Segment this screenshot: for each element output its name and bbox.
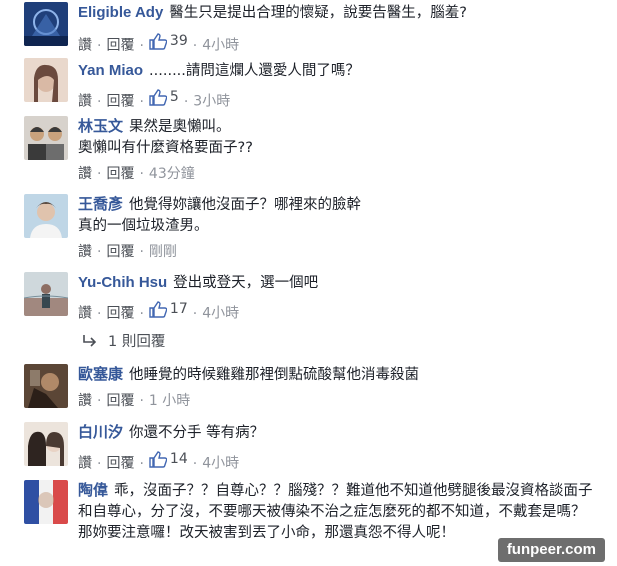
like-button[interactable]: 讚 [78,94,92,110]
comment-text: 他睡覺的時候雞雞那裡倒點硫酸幫他消毒殺菌 [129,367,420,383]
comment-text: 登出或登天，選一個吧 [173,275,319,291]
thumbs-up-icon [149,450,167,468]
thumbs-up-icon [149,32,167,50]
timestamp[interactable]: 1 小時 [149,393,190,409]
separator: · [139,166,144,182]
separator: · [183,93,189,110]
thumbs-up-icon [149,88,167,106]
separator: · [192,37,198,54]
separator: · [97,455,102,472]
comment-body: Yan Miao ........請問這爛人還愛人間了嗎？ [78,60,599,82]
reply-button[interactable]: 回覆 [106,456,134,472]
avatar[interactable] [24,272,68,316]
timestamp[interactable]: 4小時 [202,38,239,54]
separator: · [139,244,144,260]
separator: · [139,305,144,322]
comment-body: 林玉文 果然是奧懶叫。 奧懶叫有什麼資格要面子?? [78,116,599,159]
like-button[interactable]: 讚 [78,456,92,472]
comment-body: 白川汐 你還不分手 等有病？ [78,422,599,444]
like-button[interactable]: 讚 [78,306,92,322]
comment-body: 陶偉 乖，沒面子？？自尊心？？腦殘？？難道他不知道他劈腿後最沒資格談面子和自尊心，… [78,480,597,544]
timestamp[interactable]: 4小時 [202,456,239,472]
separator: · [97,305,102,322]
reply-arrow-icon [83,334,97,347]
view-replies-link[interactable]: 1 則回覆 [82,330,165,351]
comment-text: 醫生只是提出合理的懷疑，說要告醫生，腦羞? [169,5,467,21]
separator: · [97,166,102,182]
reply-button[interactable]: 回覆 [106,244,134,260]
separator: · [139,455,144,472]
author-name[interactable]: 王喬彥 [78,196,123,213]
comment-text: ........請問這爛人還愛人間了嗎？ [149,63,360,79]
comment-actions: 讚 · 回覆 · 1 小時 [78,392,190,410]
comment-body: 王喬彥 他覺得妳讓他沒面子？哪裡來的臉幹 真的一個垃圾渣男。 [78,194,599,237]
separator: · [97,93,102,110]
like-count[interactable]: 5 [149,88,179,106]
timestamp[interactable]: 剛剛 [149,244,177,260]
timestamp[interactable]: 4小時 [202,306,239,322]
thumbs-up-icon [149,300,167,318]
replies-count-label: 1 則回覆 [108,334,166,350]
like-button[interactable]: 讚 [78,38,92,54]
author-name[interactable]: 白川汐 [78,424,123,441]
avatar[interactable] [24,116,68,160]
avatar[interactable] [24,58,68,102]
comment-text: 乖，沒面子？？自尊心？？腦殘？？難道他不知道他劈腿後最沒資格談面子和自尊心，分了… [78,483,593,541]
like-count[interactable]: 17 [149,300,188,318]
avatar[interactable] [24,194,68,238]
timestamp[interactable]: 43分鐘 [149,166,195,182]
separator: · [97,244,102,260]
comment-body: Eligible Ady 醫生只是提出合理的懷疑，說要告醫生，腦羞? [78,2,599,24]
avatar[interactable] [24,2,68,46]
author-name[interactable]: 歐塞康 [78,366,123,383]
reply-button[interactable]: 回覆 [106,166,134,182]
comment-actions: 讚 · 回覆 · 14 · 4小時 [78,450,239,473]
comment-actions: 讚 · 回覆 · 17 · 4小時 [78,300,239,323]
comment-text: 你還不分手 等有病？ [129,425,265,441]
avatar[interactable] [24,422,68,466]
comment-actions: 讚 · 回覆 · 5 · 3小時 [78,88,230,111]
separator: · [139,393,144,409]
separator: · [139,37,144,54]
like-button[interactable]: 讚 [78,393,92,409]
like-count[interactable]: 39 [149,32,188,50]
timestamp[interactable]: 3小時 [193,94,230,110]
like-count[interactable]: 14 [149,450,188,468]
separator: · [139,93,144,110]
comment-actions: 讚 · 回覆 · 39 · 4小時 [78,32,239,55]
reply-button[interactable]: 回覆 [106,306,134,322]
like-button[interactable]: 讚 [78,166,92,182]
reply-button[interactable]: 回覆 [106,393,134,409]
comment-body: 歐塞康 他睡覺的時候雞雞那裡倒點硫酸幫他消毒殺菌 [78,364,599,386]
separator: · [97,37,102,54]
avatar[interactable] [24,364,68,408]
author-name[interactable]: Yan Miao [78,62,143,79]
author-name[interactable]: 林玉文 [78,118,123,135]
comment-actions: 讚 · 回覆 · 剛剛 [78,243,177,261]
separator: · [192,455,198,472]
comment-actions: 讚 · 回覆 · 43分鐘 [78,165,195,183]
separator: · [97,393,102,409]
author-name[interactable]: Yu-Chih Hsu [78,274,167,291]
reply-button[interactable]: 回覆 [106,94,134,110]
author-name[interactable]: 陶偉 [78,482,108,499]
avatar[interactable] [24,480,68,524]
author-name[interactable]: Eligible Ady [78,4,163,21]
reply-button[interactable]: 回覆 [106,38,134,54]
like-button[interactable]: 讚 [78,244,92,260]
comment-body: Yu-Chih Hsu 登出或登天，選一個吧 [78,272,599,294]
watermark: funpeer.com [497,538,605,562]
separator: · [192,305,198,322]
